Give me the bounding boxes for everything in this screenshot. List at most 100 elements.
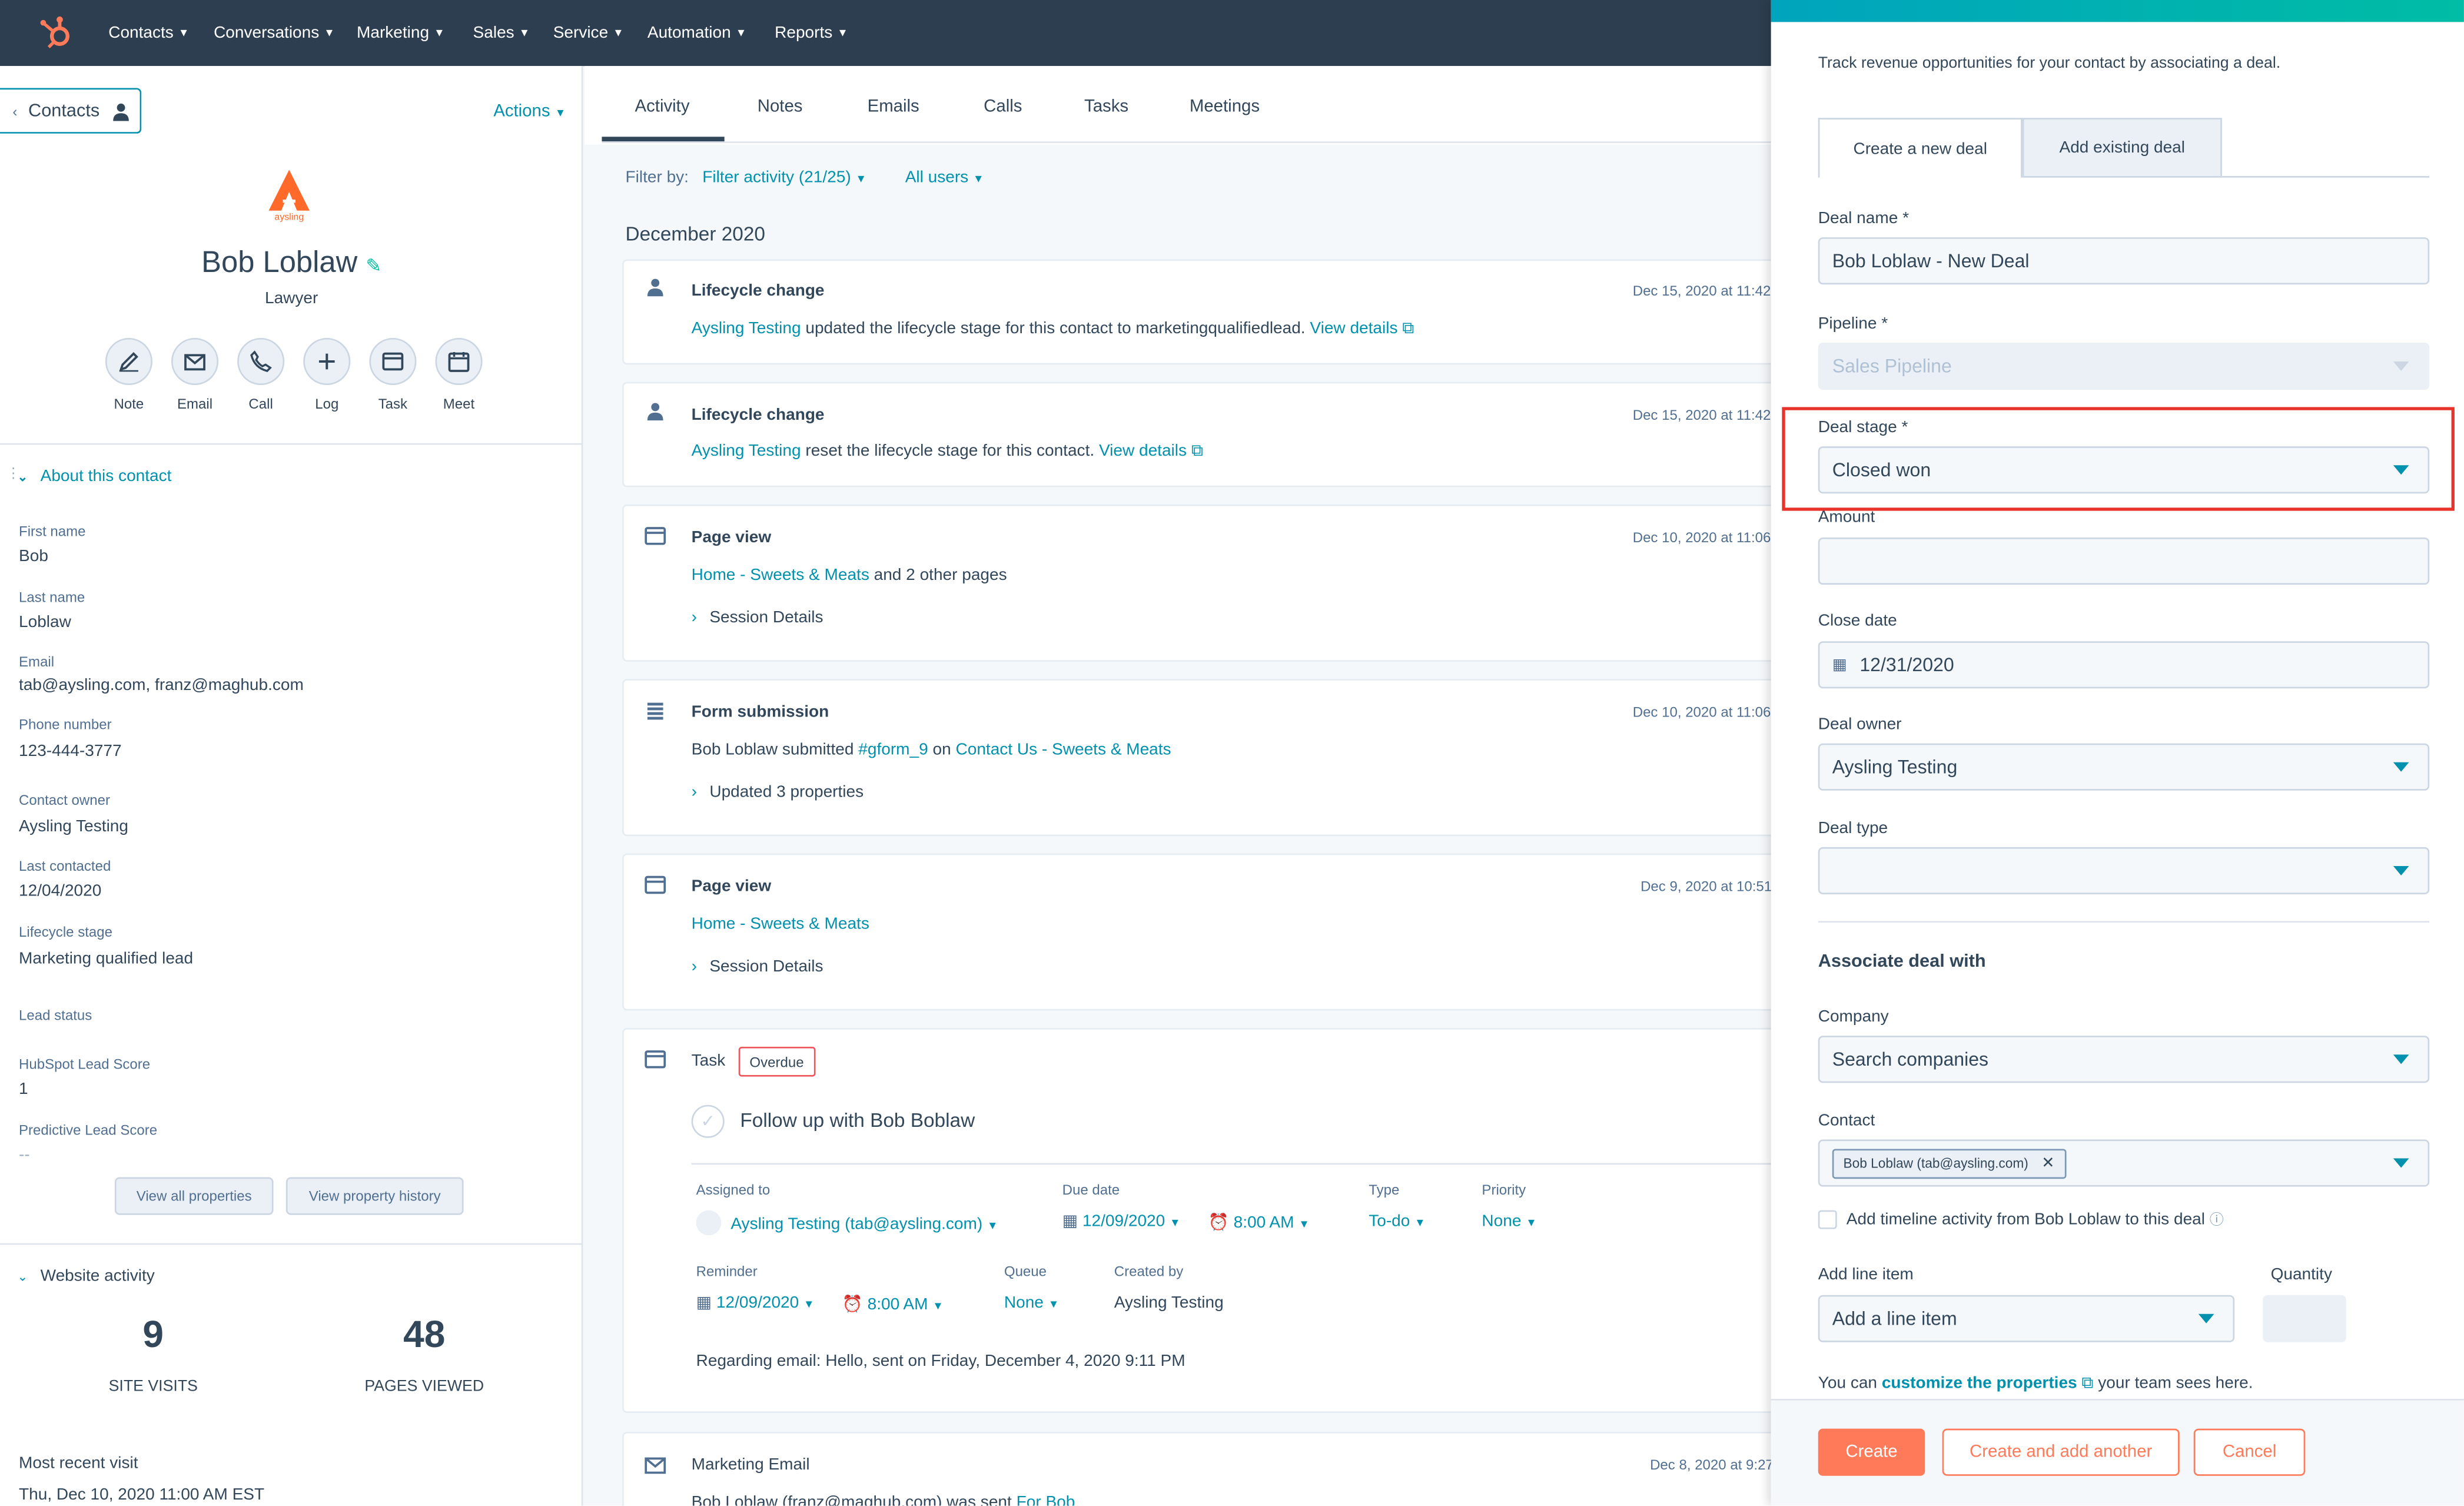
pipeline-select[interactable]: Sales Pipeline (1818, 342, 2430, 390)
external-link-icon[interactable]: ⧉ (1397, 319, 1414, 338)
remove-chip-icon[interactable]: ✕ (2041, 1155, 2054, 1172)
regarding-email-text: Regarding email: Hello, sent on Friday, … (696, 1351, 1185, 1371)
divider (691, 1163, 1776, 1165)
timeline-activity-checkbox[interactable] (1818, 1210, 1837, 1229)
svg-text:aysling: aysling (274, 213, 304, 223)
hubspot-logo-icon[interactable] (31, 14, 81, 52)
quantity-input[interactable] (2263, 1295, 2346, 1342)
complete-task-checkbox[interactable]: ✓ (691, 1104, 725, 1138)
calendar-icon[interactable] (435, 337, 483, 386)
person-icon (114, 102, 129, 121)
type-dropdown[interactable]: To-do ▼ (1369, 1212, 1425, 1230)
log-action[interactable] (303, 337, 351, 386)
month-heading: December 2020 (625, 223, 765, 246)
most-recent-visit-label: Most recent visit (19, 1454, 138, 1473)
plus-icon[interactable] (303, 337, 351, 386)
phone-label: Phone number (19, 716, 112, 733)
due-date-picker[interactable]: ▦ 12/09/2020 ▼ (1062, 1212, 1181, 1230)
nav-automation[interactable]: Automation ▼ (647, 24, 746, 42)
nav-marketing[interactable]: Marketing ▼ (357, 24, 445, 42)
tab-tasks[interactable]: Tasks (1084, 98, 1128, 117)
tab-notes[interactable]: Notes (758, 98, 803, 117)
view-all-properties-button[interactable]: View all properties (114, 1177, 274, 1215)
task-name[interactable]: Follow up with Bob Boblaw (740, 1110, 975, 1132)
owner-link[interactable]: Aysling Testing (692, 319, 801, 338)
nav-service[interactable]: Service ▼ (553, 24, 624, 42)
external-link-icon[interactable]: ⧉ (2077, 1374, 2093, 1392)
note-icon[interactable] (105, 337, 152, 386)
filter-activity-dropdown[interactable]: Filter activity (21/25) ▼ (702, 168, 866, 187)
info-icon[interactable]: ⓘ (2210, 1212, 2224, 1228)
session-details-toggle[interactable]: › Session Details (692, 957, 823, 976)
first-name-value[interactable]: Bob (19, 547, 48, 566)
form-link[interactable]: #gform_9 (858, 740, 928, 759)
task-action[interactable] (369, 337, 417, 386)
customize-properties-link[interactable]: customize the properties (1882, 1374, 2077, 1392)
reminder-date-picker[interactable]: ▦ 12/09/2020 ▼ (696, 1293, 815, 1312)
call-action[interactable] (237, 337, 285, 386)
divider (0, 1243, 583, 1245)
queue-dropdown[interactable]: None ▼ (1004, 1293, 1059, 1312)
due-time-picker[interactable]: ⏰ 8:00 AM ▼ (1208, 1212, 1310, 1232)
email-action[interactable] (171, 337, 219, 386)
deal-stage-select[interactable]: Closed won (1818, 446, 2430, 494)
line-item-select[interactable]: Add a line item (1818, 1295, 2235, 1342)
tab-emails[interactable]: Emails (868, 98, 919, 117)
cancel-button[interactable]: Cancel (2193, 1428, 2306, 1476)
tab-activity[interactable]: Activity (635, 98, 690, 117)
priority-dropdown[interactable]: None ▼ (1482, 1212, 1536, 1230)
priority-label: Priority (1482, 1182, 1526, 1198)
activity-card-lifecycle-2 (622, 382, 1785, 487)
reminder-time-picker[interactable]: ⏰ 8:00 AM ▼ (842, 1293, 944, 1314)
lifecycle-value[interactable]: Marketing qualified lead (19, 949, 193, 968)
tab-meetings[interactable]: Meetings (1190, 98, 1260, 117)
back-to-contacts-button[interactable]: ‹ Contacts (0, 88, 142, 134)
view-details-link[interactable]: View details (1099, 442, 1187, 460)
actions-dropdown[interactable]: Actions ▼ (493, 102, 566, 121)
last-name-value[interactable]: Loblaw (19, 613, 71, 632)
create-button[interactable]: Create (1818, 1428, 1925, 1476)
nav-sales[interactable]: Sales ▼ (473, 24, 530, 42)
nav-contacts[interactable]: Contacts ▼ (108, 24, 189, 42)
owner-value[interactable]: Aysling Testing (19, 817, 128, 836)
view-property-history-button[interactable]: View property history (285, 1177, 464, 1215)
meet-action[interactable] (435, 337, 483, 386)
company-search-select[interactable]: Search companies (1818, 1036, 2430, 1083)
nav-conversations[interactable]: Conversations ▼ (214, 24, 335, 42)
updated-properties-toggle[interactable]: › Updated 3 properties (692, 782, 864, 801)
deal-owner-select[interactable]: Aysling Testing (1818, 743, 2430, 791)
note-action[interactable] (105, 337, 152, 386)
email-value[interactable]: tab@aysling.com, franz@maghub.com (19, 676, 304, 695)
page-link[interactable]: Home - Sweets & Meats (692, 915, 869, 934)
page-link[interactable]: Contact Us - Sweets & Meats (955, 740, 1171, 759)
edit-pencil-icon[interactable]: ✎ (366, 254, 381, 276)
amount-input[interactable] (1818, 538, 2430, 585)
filter-users-dropdown[interactable]: All users ▼ (905, 168, 984, 187)
deal-type-select[interactable] (1818, 847, 2430, 895)
tab-create-new-deal[interactable]: Create a new deal (1818, 118, 2023, 178)
close-date-input[interactable]: ▦ 12/31/2020 (1818, 641, 2430, 689)
assigned-to-dropdown[interactable]: Aysling Testing (tab@aysling.com) ▼ (696, 1210, 998, 1236)
session-details-toggle[interactable]: › Session Details (692, 608, 823, 627)
external-link-icon[interactable]: ⧉ (1187, 442, 1203, 460)
tab-calls[interactable]: Calls (984, 98, 1022, 117)
deal-name-input[interactable]: Bob Loblaw - New Deal (1818, 237, 2430, 285)
create-and-add-another-button[interactable]: Create and add another (1942, 1428, 2180, 1476)
about-section-toggle[interactable]: ⌄ About this contact (17, 467, 171, 486)
contact-select[interactable]: Bob Loblaw (tab@aysling.com) ✕ (1818, 1139, 2430, 1187)
predictive-score-label: Predictive Lead Score (19, 1122, 158, 1138)
overdue-badge: Overdue (738, 1046, 815, 1077)
website-activity-toggle[interactable]: ⌄ Website activity (17, 1267, 154, 1286)
email-link[interactable]: For Bob (1017, 1493, 1075, 1505)
queue-label: Queue (1004, 1263, 1047, 1280)
owner-link[interactable]: Aysling Testing (692, 442, 801, 460)
view-details-link[interactable]: View details (1310, 319, 1397, 338)
email-icon[interactable] (171, 337, 219, 386)
phone-icon[interactable] (237, 337, 285, 386)
nav-reports[interactable]: Reports ▼ (775, 24, 848, 42)
phone-value[interactable]: 123-444-3777 (19, 742, 122, 761)
tab-add-existing-deal[interactable]: Add existing deal (2022, 118, 2222, 178)
task-icon[interactable] (369, 337, 417, 386)
last-name-label: Last name (19, 589, 85, 605)
page-link[interactable]: Home - Sweets & Meats (692, 566, 869, 585)
